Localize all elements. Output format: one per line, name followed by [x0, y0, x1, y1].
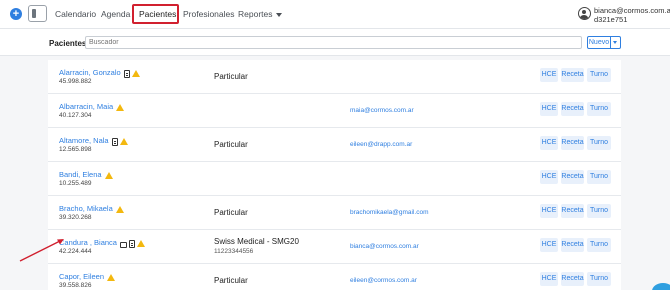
patient-document: 39.320.268 [59, 214, 92, 221]
turno-button[interactable]: Turno [587, 102, 611, 116]
patient-document: 45.998.882 [59, 78, 92, 85]
turno-button[interactable]: Turno [587, 204, 611, 218]
receta-button[interactable]: Receta [561, 68, 584, 82]
receta-button[interactable]: Receta [561, 170, 584, 184]
patient-coverage: Swiss Medical - SMG20 [214, 237, 299, 246]
new-patient-dropdown[interactable] [611, 36, 621, 49]
patient-name-link[interactable]: Candura , Bianca [59, 238, 145, 248]
receta-button[interactable]: Receta [561, 136, 584, 150]
patient-coverage: Particular [214, 276, 248, 285]
patient-document: 40.127.304 [59, 112, 92, 119]
warning-icon [116, 104, 125, 112]
patient-name[interactable]: Bracho, Mikaela [59, 204, 113, 213]
patient-email[interactable]: bianca@cormos.com.ar [350, 243, 419, 250]
sidebar-toggle-icon[interactable] [28, 5, 47, 22]
search-label: Pacientes [49, 39, 87, 48]
hce-button[interactable]: HCE [540, 272, 558, 286]
search-bar: Pacientes Nuevo [0, 29, 670, 56]
patient-name-link[interactable]: Bandi, Elena [59, 170, 113, 180]
patient-row: Bandi, Elena 10.255.489 HCE Receta Turno [48, 162, 621, 196]
warning-icon [107, 274, 116, 282]
patient-name[interactable]: Candura , Bianca [59, 238, 117, 247]
patient-email[interactable]: eileen@drapp.com.ar [350, 141, 412, 148]
hce-button[interactable]: HCE [540, 238, 558, 252]
coverage-number: 11223344556 [214, 248, 254, 255]
patient-name[interactable]: Albarracin, Maia [59, 102, 113, 111]
doc-icon [128, 239, 135, 248]
user-code: d321e751 [594, 15, 628, 24]
hce-button[interactable]: HCE [540, 136, 558, 150]
doc-icon [111, 137, 118, 146]
chat-bubble-icon[interactable] [652, 283, 670, 290]
chevron-down-icon [613, 41, 617, 44]
patient-name-link[interactable]: Capor, Eileen [59, 272, 116, 282]
nav-reportes[interactable]: Reportes [238, 9, 282, 19]
patient-name-link[interactable]: Bracho, Mikaela [59, 204, 124, 214]
warning-icon [131, 70, 140, 78]
turno-button[interactable]: Turno [587, 170, 611, 184]
user-email[interactable]: bianca@cormos.com.ar [594, 6, 670, 15]
nav-agenda[interactable]: Agenda [101, 9, 130, 19]
active-tab-highlight [132, 4, 179, 24]
patient-coverage: Particular [214, 208, 248, 217]
receta-button[interactable]: Receta [561, 204, 584, 218]
turno-button[interactable]: Turno [587, 68, 611, 82]
turno-button[interactable]: Turno [587, 136, 611, 150]
warning-icon [119, 138, 128, 146]
patient-row: Capor, Eileen 39.558.826 Particular eile… [48, 264, 621, 290]
chevron-down-icon [275, 12, 282, 17]
patient-row: Albarracin, Maia 40.127.304 maia@cormos.… [48, 94, 621, 128]
hce-button[interactable]: HCE [540, 204, 558, 218]
patient-email[interactable]: maia@cormos.com.ar [350, 107, 414, 114]
patient-coverage: Particular [214, 140, 248, 149]
warning-icon [136, 240, 145, 248]
patient-name-link[interactable]: Altamore, Nala [59, 136, 128, 146]
patient-name[interactable]: Bandi, Elena [59, 170, 102, 179]
patient-email[interactable]: brachomikaela@gmail.com [350, 209, 429, 216]
user-avatar-icon[interactable] [578, 7, 591, 20]
briefcase-icon [119, 241, 127, 248]
nav-calendario[interactable]: Calendario [55, 9, 96, 19]
patient-name-link[interactable]: Alarracin, Gonzalo [59, 68, 140, 78]
patient-row: Bracho, Mikaela 39.320.268 Particular br… [48, 196, 621, 230]
receta-button[interactable]: Receta [561, 102, 584, 116]
patient-name[interactable]: Altamore, Nala [59, 136, 109, 145]
hce-button[interactable]: HCE [540, 102, 558, 116]
nav-profesionales[interactable]: Profesionales [183, 9, 235, 19]
patient-row: Alarracin, Gonzalo 45.998.882 Particular… [48, 60, 621, 94]
turno-button[interactable]: Turno [587, 238, 611, 252]
warning-icon [115, 206, 124, 214]
add-icon[interactable]: + [10, 8, 22, 20]
patient-row: Candura , Bianca 42.224.444 Swiss Medica… [48, 230, 621, 264]
patient-coverage: Particular [214, 72, 248, 81]
hce-button[interactable]: HCE [540, 170, 558, 184]
patient-name[interactable]: Alarracin, Gonzalo [59, 68, 121, 77]
new-patient-button[interactable]: Nuevo [587, 36, 611, 49]
hce-button[interactable]: HCE [540, 68, 558, 82]
patient-name-link[interactable]: Albarracin, Maia [59, 102, 125, 112]
patient-document: 10.255.489 [59, 180, 92, 187]
patient-email[interactable]: eileen@cormos.com.ar [350, 277, 417, 284]
patient-document: 42.224.444 [59, 248, 92, 255]
patient-list: Alarracin, Gonzalo 45.998.882 Particular… [48, 60, 621, 290]
warning-icon [104, 172, 113, 180]
patient-document: 12.565.898 [59, 146, 92, 153]
patient-name[interactable]: Capor, Eileen [59, 272, 104, 281]
turno-button[interactable]: Turno [587, 272, 611, 286]
nav-reportes-label: Reportes [238, 9, 273, 19]
top-navbar: + Calendario Agenda Pacientes Profesiona… [0, 0, 670, 29]
patient-document: 39.558.826 [59, 282, 92, 289]
doc-icon [123, 69, 130, 78]
search-input[interactable] [85, 36, 582, 49]
receta-button[interactable]: Receta [561, 272, 584, 286]
patient-row: Altamore, Nala 12.565.898 Particular eil… [48, 128, 621, 162]
receta-button[interactable]: Receta [561, 238, 584, 252]
